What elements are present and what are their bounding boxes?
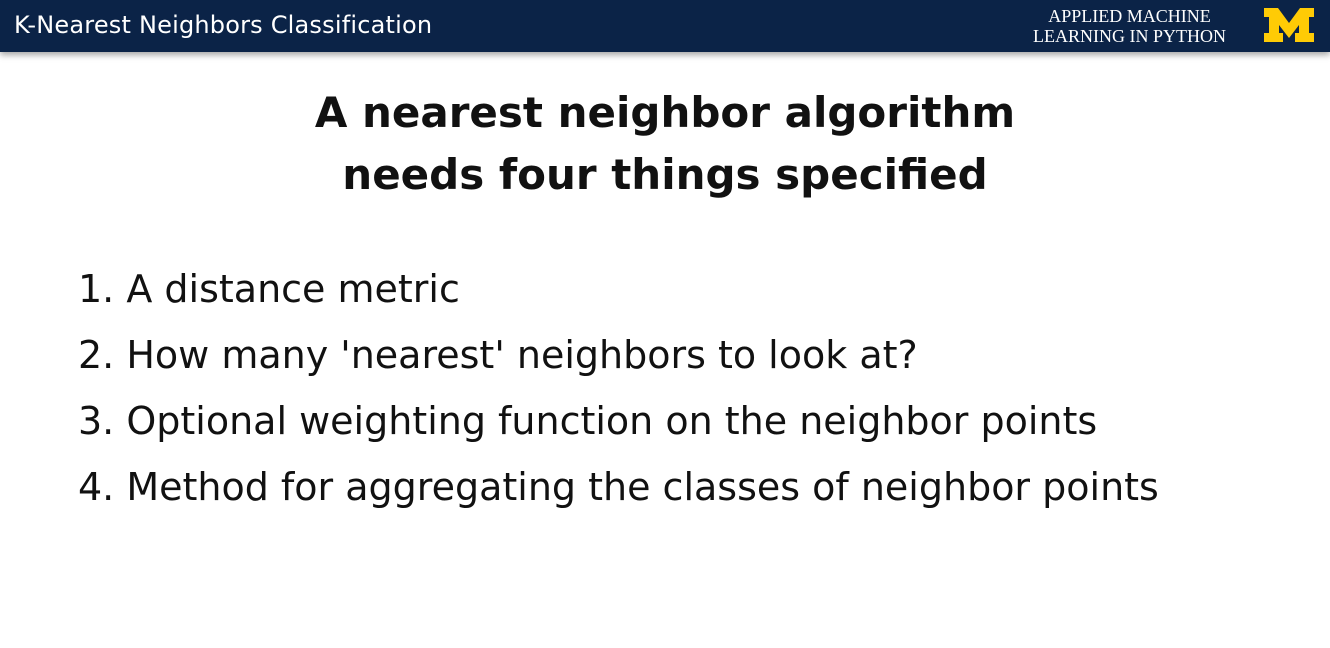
slide-title-line-2: needs four things specified bbox=[342, 150, 988, 199]
course-name-line-1: APPLIED MACHINE bbox=[1048, 6, 1211, 26]
list-item: 3. Optional weighting function on the ne… bbox=[78, 399, 1098, 443]
list-item: 1. A distance metric bbox=[78, 267, 460, 311]
header-bar: K-Nearest Neighbors Classification APPLI… bbox=[0, 0, 1330, 52]
slide-title: A nearest neighbor algorithm needs four … bbox=[0, 82, 1330, 206]
slide-title-line-1: A nearest neighbor algorithm bbox=[314, 88, 1016, 137]
list-item: 4. Method for aggregating the classes of… bbox=[78, 465, 1159, 509]
lecture-title: K-Nearest Neighbors Classification bbox=[14, 11, 433, 39]
list-item: 2. How many 'nearest' neighbors to look … bbox=[78, 333, 918, 377]
block-m-logo-icon bbox=[1264, 8, 1314, 42]
requirements-list: 1. A distance metric 2. How many 'neares… bbox=[78, 256, 1159, 520]
course-name: APPLIED MACHINE LEARNING IN PYTHON bbox=[1033, 6, 1226, 46]
course-name-line-2: LEARNING IN PYTHON bbox=[1033, 26, 1226, 46]
